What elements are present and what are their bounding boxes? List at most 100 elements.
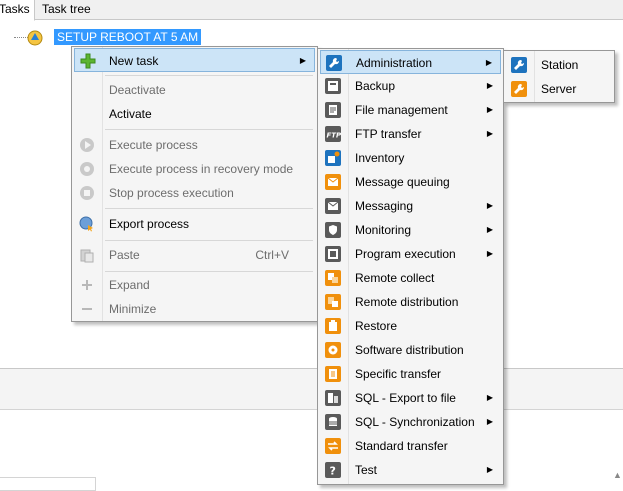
menu-item-message-queuing[interactable]: Message queuing: [320, 170, 501, 194]
menu-item-sql-synchronization[interactable]: SQL - Synchronization ▶: [320, 410, 501, 434]
menu-item-remote-collect[interactable]: Remote collect: [320, 266, 501, 290]
specific-transfer-icon: [325, 366, 341, 382]
menu-item-station[interactable]: Station: [506, 53, 612, 77]
menu-item-label: Execute process in recovery mode: [109, 162, 294, 176]
menu-item-execute-process[interactable]: Execute process: [74, 133, 315, 157]
menu-item-label: FTP transfer: [355, 127, 422, 141]
menu-item-label: Messaging: [355, 199, 414, 213]
tree-node-selected[interactable]: SETUP REBOOT AT 5 AM: [54, 29, 202, 45]
menu-item-specific-transfer[interactable]: Specific transfer: [320, 362, 501, 386]
menu-item-label: Server: [541, 82, 577, 96]
database-icon: [325, 414, 341, 430]
menu-item-label: Expand: [109, 278, 150, 292]
remote-distribution-icon: [325, 294, 341, 310]
plus-icon: [80, 53, 96, 69]
remote-collect-icon: [325, 270, 341, 286]
restore-icon: [325, 318, 341, 334]
menu-item-label: File management: [355, 103, 448, 117]
scroll-up-arrow-icon[interactable]: ▲: [612, 470, 623, 488]
submenu-arrow-icon: ▶: [486, 393, 493, 402]
menu-separator: [105, 208, 313, 209]
stop-icon: [79, 185, 95, 201]
menu-item-label: Inventory: [355, 151, 405, 165]
menu-item-expand[interactable]: Expand: [74, 273, 315, 297]
menu-item-messaging[interactable]: Messaging ▶: [320, 194, 501, 218]
menu-item-export-process[interactable]: Export process: [74, 212, 315, 236]
menu-item-label: Station: [541, 58, 579, 72]
menu-item-label: Test: [355, 463, 378, 477]
submenu-arrow-icon: ▶: [299, 56, 306, 65]
submenu-arrow-icon: ▶: [486, 201, 493, 210]
menu-item-administration[interactable]: Administration ▶: [320, 50, 501, 74]
menu-item-new-task[interactable]: New task ▶: [74, 48, 315, 72]
wrench-icon: [326, 55, 342, 71]
menu-item-label: Paste: [109, 248, 140, 262]
menu-item-paste[interactable]: Paste Ctrl+V: [74, 243, 315, 267]
menu-item-label: Deactivate: [109, 83, 166, 97]
paste-icon: [79, 247, 95, 263]
menu-item-inventory[interactable]: Inventory: [320, 146, 501, 170]
menu-item-file-management[interactable]: File management ▶: [320, 98, 501, 122]
menu-separator: [105, 271, 313, 272]
minimize-icon: [79, 301, 95, 317]
shortcut-label: Ctrl+V: [255, 248, 289, 262]
tab-tasks[interactable]: Tasks: [0, 0, 35, 21]
execute-icon: [79, 137, 95, 153]
svg-text:?: ?: [330, 465, 336, 478]
transfer-icon: [325, 438, 341, 454]
menu-item-label: Stop process execution: [109, 186, 234, 200]
submenu-arrow-icon: ▶: [486, 129, 493, 138]
menu-item-label: Message queuing: [355, 175, 450, 189]
submenu-arrow-icon: ▶: [486, 465, 493, 474]
software-icon: [325, 342, 341, 358]
submenu-arrow-icon: ▶: [486, 249, 493, 258]
task-node-icon: [26, 29, 44, 46]
menu-item-label: Activate: [109, 107, 152, 121]
tab-strip: Tasks Task tree: [0, 0, 623, 21]
task-types-submenu: Administration ▶ Backup ▶ File management ▶ FT…: [317, 48, 504, 485]
menu-item-ftp-transfer[interactable]: FTP FTP transfer ▶: [320, 122, 501, 146]
menu-item-label: Monitoring: [355, 223, 412, 237]
menu-item-label: Program execution: [355, 247, 456, 261]
menu-item-minimize[interactable]: Minimize: [74, 297, 315, 321]
menu-item-label: Minimize: [109, 302, 157, 316]
menu-item-label: Remote collect: [355, 271, 435, 285]
menu-item-label: Remote distribution: [355, 295, 459, 309]
menu-item-label: Administration: [356, 56, 433, 70]
menu-separator: [105, 240, 313, 241]
menu-item-label: Restore: [355, 319, 398, 333]
menu-item-execute-recovery[interactable]: Execute process in recovery mode: [74, 157, 315, 181]
menu-separator: [105, 75, 313, 76]
details-field[interactable]: [0, 477, 96, 491]
context-menu: New task ▶ Deactivate Activate Execute p…: [71, 46, 318, 322]
menu-item-label: Execute process: [109, 138, 198, 152]
export-icon: [79, 216, 95, 232]
menu-item-remote-distribution[interactable]: Remote distribution: [320, 290, 501, 314]
tab-task-tree[interactable]: Task tree: [38, 0, 95, 20]
menu-item-label: Export process: [109, 217, 190, 231]
menu-item-program-execution[interactable]: Program execution ▶: [320, 242, 501, 266]
execute-recovery-icon: [79, 161, 95, 177]
menu-item-monitoring[interactable]: Monitoring ▶: [320, 218, 501, 242]
menu-item-sql-export-to-file[interactable]: SQL - Export to file ▶: [320, 386, 501, 410]
file-icon: [325, 102, 341, 118]
menu-item-software-distribution[interactable]: Software distribution: [320, 338, 501, 362]
submenu-arrow-icon: ▶: [486, 105, 493, 114]
administration-submenu: Station Server: [503, 50, 615, 103]
submenu-arrow-icon: ▶: [486, 81, 493, 90]
menu-item-restore[interactable]: Restore: [320, 314, 501, 338]
menu-separator: [105, 129, 313, 130]
menu-item-standard-transfer[interactable]: Standard transfer: [320, 434, 501, 458]
menu-item-activate[interactable]: Activate: [74, 102, 315, 126]
menu-item-label: Software distribution: [355, 343, 464, 357]
submenu-arrow-icon: ▶: [486, 417, 493, 426]
menu-item-backup[interactable]: Backup ▶: [320, 74, 501, 98]
menu-item-server[interactable]: Server: [506, 77, 612, 101]
inventory-icon: [325, 150, 341, 166]
wrench-blue-icon: [511, 57, 527, 73]
menu-item-stop-process[interactable]: Stop process execution: [74, 181, 315, 205]
menu-item-deactivate[interactable]: Deactivate: [74, 78, 315, 102]
menu-item-test[interactable]: ? Test ▶: [320, 458, 501, 482]
submenu-arrow-icon: ▶: [486, 225, 493, 234]
ftp-icon: FTP: [325, 126, 341, 142]
